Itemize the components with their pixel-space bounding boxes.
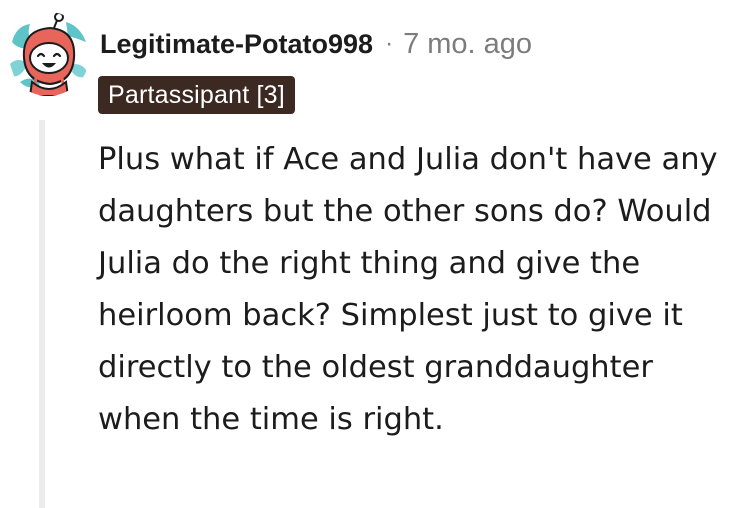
thread-collapse-line[interactable]: [39, 120, 45, 508]
comment-body: Plus what if Ace and Julia don't have an…: [98, 134, 738, 446]
user-flair[interactable]: Partassipant [3]: [98, 76, 295, 114]
comment-header: Legitimate-Potato998 · 7 mo. ago: [100, 24, 532, 64]
author-username[interactable]: Legitimate-Potato998: [100, 29, 373, 60]
snoo-avatar-icon: [6, 12, 90, 96]
comment-timestamp[interactable]: 7 mo. ago: [403, 28, 532, 61]
comment: Legitimate-Potato998 · 7 mo. ago Partass…: [0, 0, 746, 508]
user-avatar[interactable]: [6, 12, 90, 96]
comment-text: Plus what if Ace and Julia don't have an…: [98, 142, 718, 437]
meta-separator: ·: [385, 30, 394, 57]
